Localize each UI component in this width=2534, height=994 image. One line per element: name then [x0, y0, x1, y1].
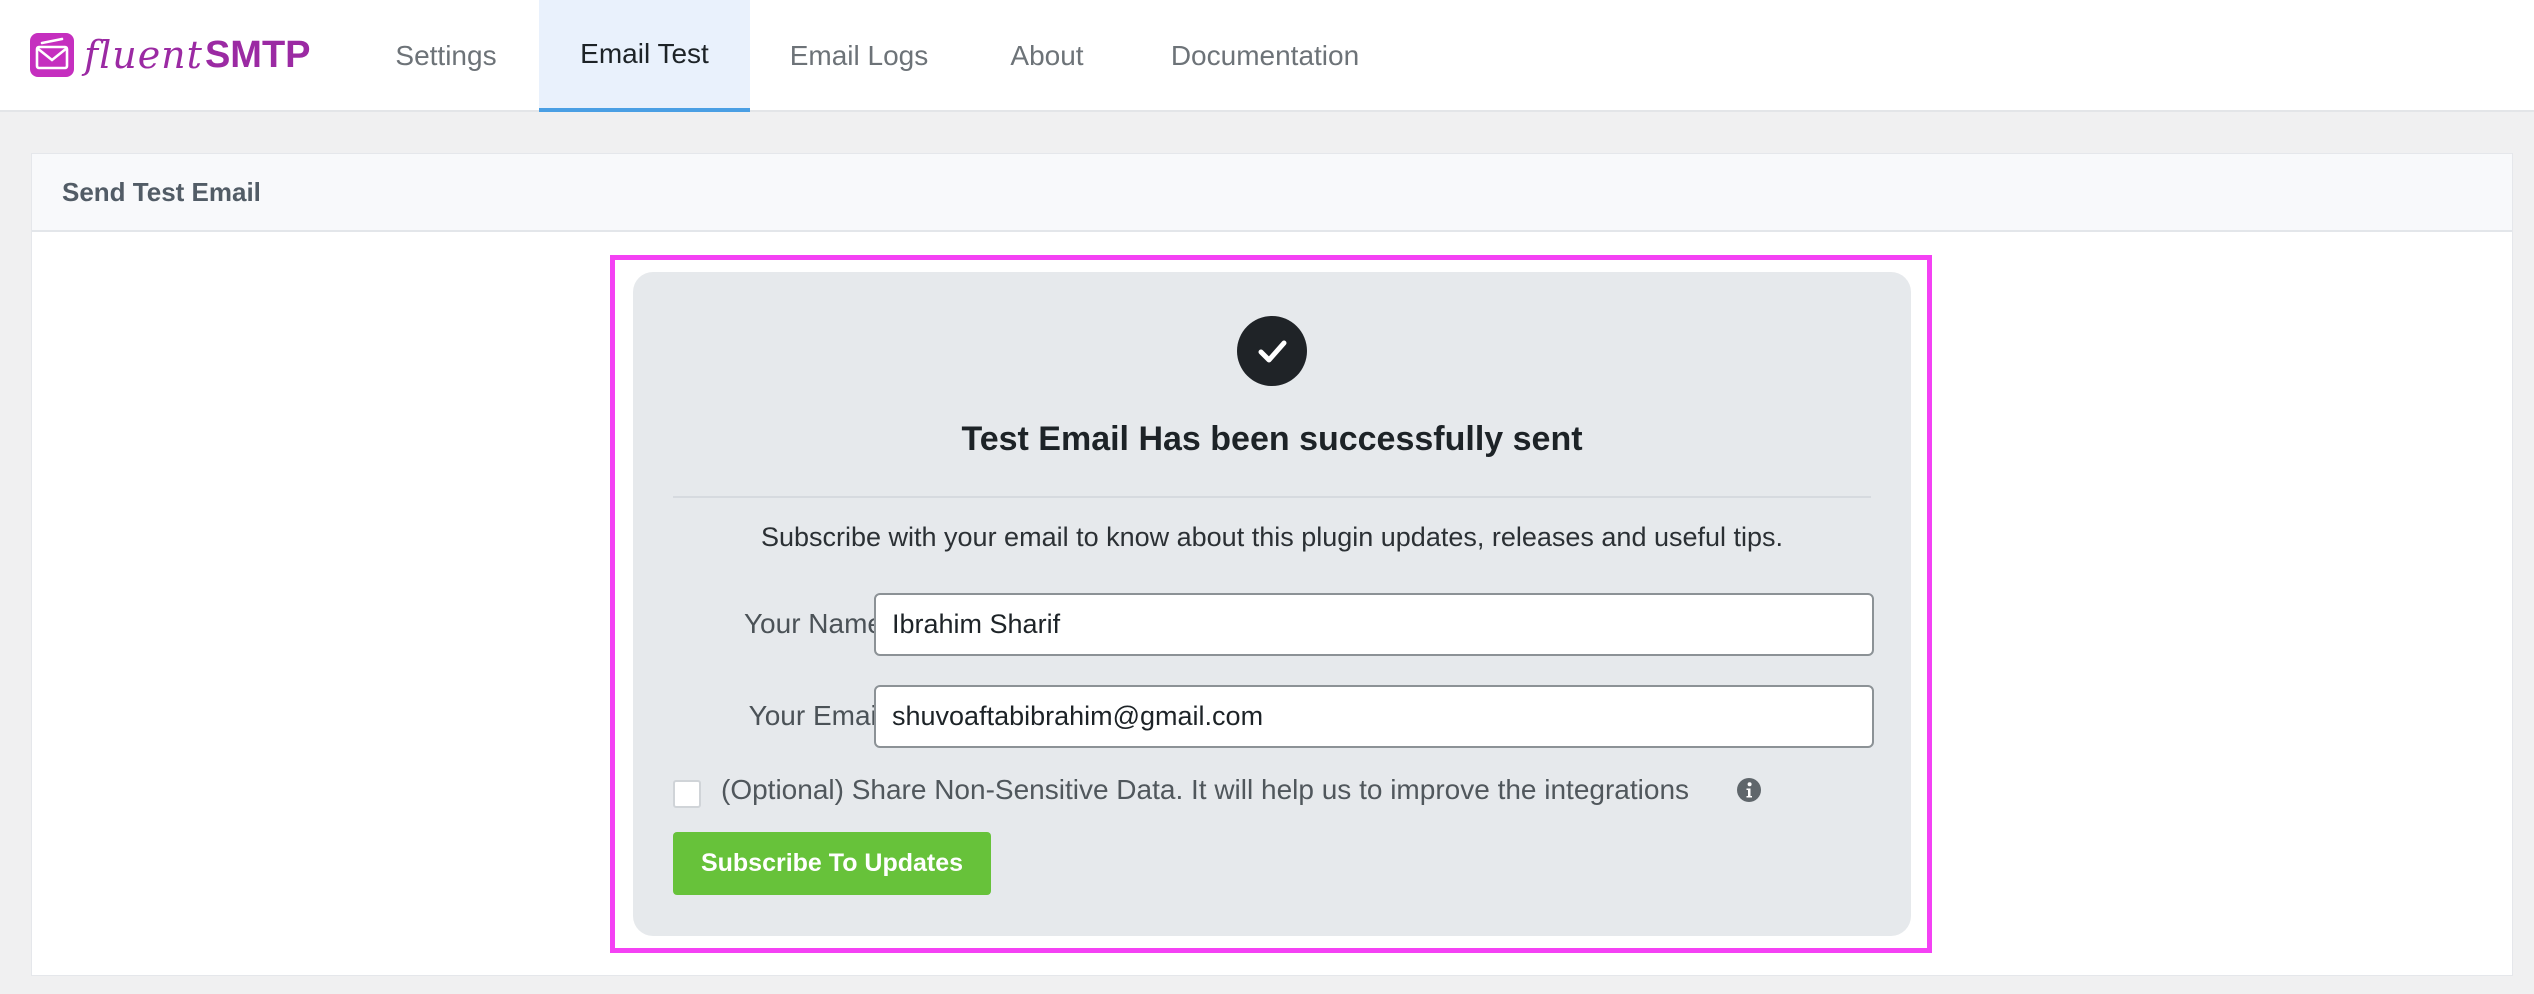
- tab-settings[interactable]: Settings: [362, 0, 530, 112]
- email-label: Your Email: [748, 700, 883, 731]
- top-navigation: fluent SMTP Settings Email Test Email Log…: [0, 0, 2534, 112]
- checkmark-icon: [1258, 340, 1287, 363]
- share-data-checkbox[interactable]: [673, 780, 701, 808]
- brand-name-bold: SMTP: [204, 33, 311, 76]
- brand-logo[interactable]: fluent SMTP: [30, 30, 311, 80]
- name-input[interactable]: [874, 593, 1874, 656]
- tab-email-test[interactable]: Email Test: [539, 0, 750, 112]
- check-circle-icon: [1237, 316, 1307, 386]
- tab-documentation[interactable]: Documentation: [1142, 0, 1388, 112]
- envelope-logo-icon: [30, 33, 74, 77]
- success-title: Test Email Has been successfully sent: [961, 420, 1583, 458]
- subscribe-description: Subscribe with your email to know about …: [760, 522, 1784, 552]
- name-label: Your Name: [743, 608, 883, 639]
- success-card: Test Email Has been successfully sent Su…: [633, 272, 1911, 936]
- tab-about[interactable]: About: [982, 0, 1112, 112]
- email-input[interactable]: [874, 685, 1874, 748]
- share-data-label[interactable]: (Optional) Share Non-Sensitive Data. It …: [721, 774, 1689, 806]
- tab-email-logs[interactable]: Email Logs: [764, 0, 954, 112]
- brand-name-light: fluent: [84, 33, 203, 77]
- subscribe-button[interactable]: Subscribe To Updates: [673, 832, 991, 895]
- divider: [673, 496, 1871, 498]
- info-icon[interactable]: [1736, 777, 1762, 803]
- panel-title: Send Test Email: [32, 154, 2512, 232]
